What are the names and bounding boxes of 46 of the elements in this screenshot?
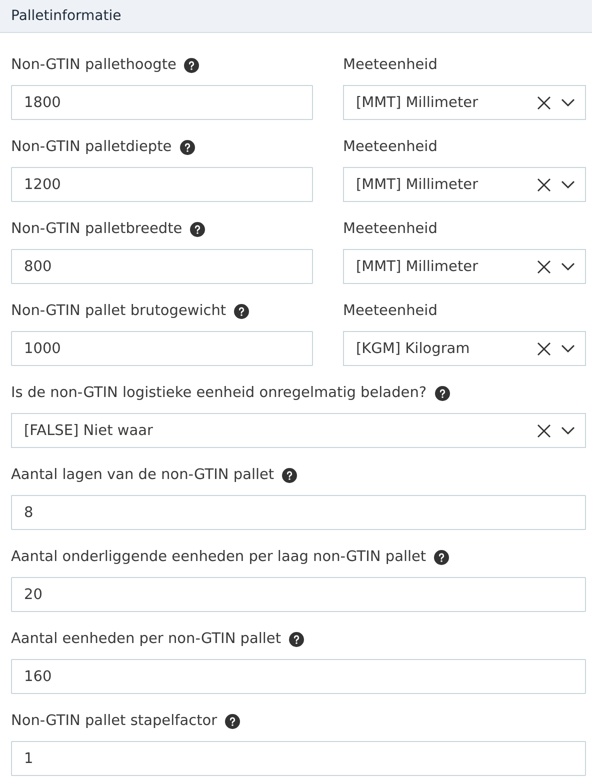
field-label: Non-GTIN pallet stapelfactor (11, 713, 218, 729)
field-label: Aantal lagen van de non-GTIN pallet (11, 467, 274, 483)
chevron-down-icon[interactable] (561, 344, 575, 353)
field-label: Meeteenheid (343, 57, 438, 73)
field-label: Non-GTIN pallethoogte (11, 57, 176, 73)
input-field[interactable]: 800 (11, 249, 313, 284)
help-icon[interactable] (180, 140, 195, 154)
help-icon[interactable] (190, 222, 206, 236)
help-icon[interactable] (184, 58, 200, 72)
chevron-down-icon[interactable] (561, 426, 575, 435)
field-label: Aantal onderliggende eenheden per laag non-GTIN pallet (11, 549, 426, 565)
help-icon[interactable] (434, 550, 450, 564)
field-label: Non-GTIN palletdiepte (11, 139, 172, 155)
help-icon[interactable] (234, 304, 250, 318)
input-field[interactable]: 20 (11, 577, 586, 612)
select-field[interactable]: [FALSE] Niet waar (11, 413, 586, 448)
help-icon[interactable] (225, 714, 240, 728)
select-field[interactable]: [KGM] Kilogram (343, 331, 586, 366)
field-label: Non-GTIN pallet brutogewicht (11, 303, 226, 319)
field-label: Meeteenheid (343, 303, 438, 319)
field-label: Aantal eenheden per non-GTIN pallet (11, 631, 282, 647)
field-label: Non-GTIN palletbreedte (11, 221, 182, 237)
chevron-down-icon[interactable] (561, 98, 575, 107)
input-field[interactable]: 1800 (11, 85, 313, 120)
help-icon[interactable] (434, 386, 450, 400)
clear-icon[interactable] (537, 424, 551, 438)
input-field[interactable]: 160 (11, 659, 586, 694)
help-icon[interactable] (282, 468, 298, 482)
select-field[interactable]: [MMT] Millimeter (343, 85, 586, 120)
clear-icon[interactable] (537, 260, 551, 274)
clear-icon[interactable] (537, 96, 551, 110)
input-field[interactable]: 8 (11, 495, 586, 530)
field-label: Meeteenheid (343, 139, 438, 155)
chevron-down-icon[interactable] (561, 262, 575, 271)
clear-icon[interactable] (537, 342, 551, 356)
chevron-down-icon[interactable] (561, 180, 575, 189)
field-label: Is de non-GTIN logistieke eenheid onregelmatig beladen? (11, 385, 427, 401)
select-field[interactable]: [MMT] Millimeter (343, 249, 586, 284)
input-field[interactable]: 1000 (11, 331, 313, 366)
select-field[interactable]: [MMT] Millimeter (343, 167, 586, 202)
section-header: Palletinformatie (0, 0, 592, 33)
clear-icon[interactable] (537, 178, 551, 192)
input-field[interactable]: 1 (11, 741, 586, 776)
help-icon[interactable] (289, 632, 304, 646)
field-label: Meeteenheid (343, 221, 438, 237)
input-field[interactable]: 1200 (11, 167, 313, 202)
